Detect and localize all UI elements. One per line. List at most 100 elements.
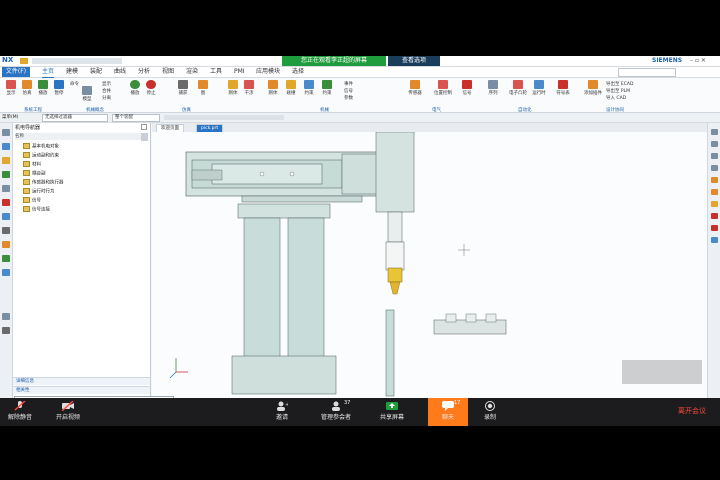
ribbon-rigid-body-2-button[interactable]: 刚体 <box>266 80 280 96</box>
sequence-editor-icon[interactable] <box>2 199 10 206</box>
quick-access-icon[interactable] <box>20 58 28 64</box>
assembly-navigator-icon[interactable] <box>2 143 10 150</box>
ribbon-runtime-button[interactable]: 运行时 <box>532 80 546 96</box>
menu-button[interactable]: 菜单(M) <box>2 114 18 120</box>
constraint-navigator-icon[interactable] <box>2 157 10 164</box>
menu-applications[interactable]: 应用模块 <box>256 67 280 77</box>
start-video-button[interactable]: 开启视频 <box>44 398 92 426</box>
leave-meeting-button[interactable]: 离开会议 <box>678 406 706 416</box>
ribbon-graph-button[interactable]: 图 <box>196 80 210 96</box>
unmute-button[interactable]: 解除静音 <box>0 398 40 426</box>
tree-item-runtime-behavior[interactable]: 运行时行为 <box>23 188 55 195</box>
menu-assembly[interactable]: 装配 <box>90 67 102 77</box>
record-button[interactable]: 录制 <box>470 398 510 426</box>
tree-item-joints-constraints[interactable]: 运动副和约束 <box>23 152 59 159</box>
ribbon-rigid-body-button[interactable]: 刚体 <box>226 80 240 96</box>
menu-curve[interactable]: 曲线 <box>114 67 126 77</box>
share-screen-button[interactable]: 共享屏幕 <box>372 398 412 426</box>
navigator-scrollbar[interactable] <box>141 133 148 141</box>
ribbon-play-circle-button[interactable]: 播放 <box>128 80 142 96</box>
part-navigator-icon[interactable] <box>2 129 10 136</box>
ribbon-small-split[interactable]: 分离 <box>102 95 111 101</box>
menu-modeling[interactable]: 建模 <box>66 67 78 77</box>
rotate-icon[interactable] <box>711 153 718 159</box>
dependencies-panel-header[interactable]: 相关性 <box>13 386 150 394</box>
details-panel-header[interactable]: 详细信息 <box>13 377 150 385</box>
menu-analysis[interactable]: 分析 <box>138 67 150 77</box>
ribbon-export-plm[interactable]: 导出至 PLM <box>606 88 630 94</box>
ribbon-simulation-button[interactable]: 仿真 <box>20 80 34 96</box>
file-menu[interactable]: 文件(F) <box>2 67 30 77</box>
ribbon-display-button[interactable]: 显示 <box>4 80 18 96</box>
menu-select[interactable]: 选择 <box>292 67 304 77</box>
ribbon-collision-button[interactable]: 碰撞 <box>284 80 298 96</box>
ribbon-import-cad[interactable]: 导入 CAD <box>606 95 626 101</box>
orient-icon[interactable] <box>711 237 718 243</box>
layer-icon[interactable] <box>711 225 718 231</box>
selection-scope-select[interactable]: 整个装配 <box>112 114 160 122</box>
menu-pmi[interactable]: PMI <box>234 67 245 77</box>
ribbon-signal-button[interactable]: 信号 <box>460 80 474 96</box>
tree-item-signal-connections[interactable]: 信号连接 <box>23 206 50 213</box>
navigator-close-icon[interactable] <box>141 124 147 130</box>
invite-button[interactable]: + 邀请 <box>262 398 302 426</box>
menu-render[interactable]: 渲染 <box>186 67 198 77</box>
pan-icon[interactable] <box>711 165 718 171</box>
ribbon-e-cam-button[interactable]: 电子凸轮 <box>508 80 528 96</box>
command-search-input[interactable] <box>618 68 676 77</box>
section-icon[interactable] <box>711 201 718 207</box>
chat-button[interactable]: 聊天 17 <box>428 398 468 426</box>
wireframe-icon[interactable] <box>711 189 718 195</box>
view-options-button[interactable]: 查看选项 <box>388 56 440 66</box>
window-controls[interactable]: – ▫ ✕ <box>690 57 706 64</box>
runtime-inspector-icon[interactable] <box>2 185 10 192</box>
selection-filter-select[interactable]: 无选择过滤器 <box>42 114 108 122</box>
quick-access-toolbar[interactable] <box>32 58 122 64</box>
ribbon-sensor-2-button[interactable]: 约束 <box>320 80 334 96</box>
tree-item-basic-objects[interactable]: 基本机电对象 <box>23 143 59 150</box>
ribbon-export-ecad[interactable]: 导出至 ECAD <box>606 81 633 87</box>
measure-icon[interactable] <box>711 213 718 219</box>
ribbon-small-command[interactable]: 命令 <box>70 81 79 87</box>
shaded-icon[interactable] <box>711 177 718 183</box>
ribbon-plugin-button[interactable]: 添加插件 <box>584 80 602 96</box>
ribbon-symbol-table-button[interactable]: 符号表 <box>556 80 570 96</box>
ribbon-model-button[interactable]: 模型 <box>80 86 94 102</box>
help-icon[interactable] <box>2 327 10 334</box>
tree-item-sensors-actuators[interactable]: 传感器和执行器 <box>23 179 64 186</box>
mechatronics-navigator-icon[interactable] <box>2 171 10 178</box>
process-studio-icon[interactable] <box>2 255 10 262</box>
participants-icon <box>330 401 342 411</box>
ribbon-stop-button[interactable]: 停止 <box>144 80 158 96</box>
ribbon-sensor-button[interactable]: 传感器 <box>404 80 426 96</box>
menu-home[interactable]: 主页 <box>42 67 55 78</box>
ribbon-interference-button[interactable]: 干涉 <box>242 80 256 96</box>
navigator-column-header[interactable]: 名称 <box>15 133 148 140</box>
roles-icon[interactable] <box>2 269 10 276</box>
ribbon-small-param[interactable]: 参数 <box>344 95 353 101</box>
tree-item-couplers[interactable]: 耦合副 <box>23 170 46 177</box>
ribbon-constraint-button[interactable]: 约束 <box>302 80 316 96</box>
tree-item-materials[interactable]: 材料 <box>23 161 41 168</box>
snap-toolbar[interactable] <box>164 115 284 120</box>
ribbon-position-control-button[interactable]: 位置控制 <box>432 80 454 96</box>
view-fit-icon[interactable] <box>711 129 718 135</box>
ribbon-play-button[interactable]: 播放 <box>36 80 50 96</box>
system-materials-icon[interactable] <box>2 241 10 248</box>
manage-participants-button[interactable]: 管理参会者 37 <box>312 398 360 426</box>
tree-item-signals[interactable]: 信号 <box>23 197 41 204</box>
ribbon-pause-button[interactable]: 暂停 <box>52 80 66 96</box>
menu-view[interactable]: 视图 <box>162 67 174 77</box>
reuse-library-icon[interactable] <box>2 213 10 220</box>
ribbon-small-display[interactable]: 显示 <box>102 81 111 87</box>
menu-tools[interactable]: 工具 <box>210 67 222 77</box>
ribbon-small-event[interactable]: 事件 <box>344 81 353 87</box>
web-browser-icon[interactable] <box>2 313 10 320</box>
ribbon-small-merge[interactable]: 合并 <box>102 88 111 94</box>
zoom-icon[interactable] <box>711 141 718 147</box>
graphics-viewport[interactable] <box>152 132 707 398</box>
history-icon[interactable] <box>2 227 10 234</box>
ribbon-small-signal[interactable]: 信号 <box>344 88 353 94</box>
ribbon-sequence-button[interactable]: 序列 <box>486 80 500 96</box>
ribbon-capture-button[interactable]: 捕获 <box>176 80 190 96</box>
